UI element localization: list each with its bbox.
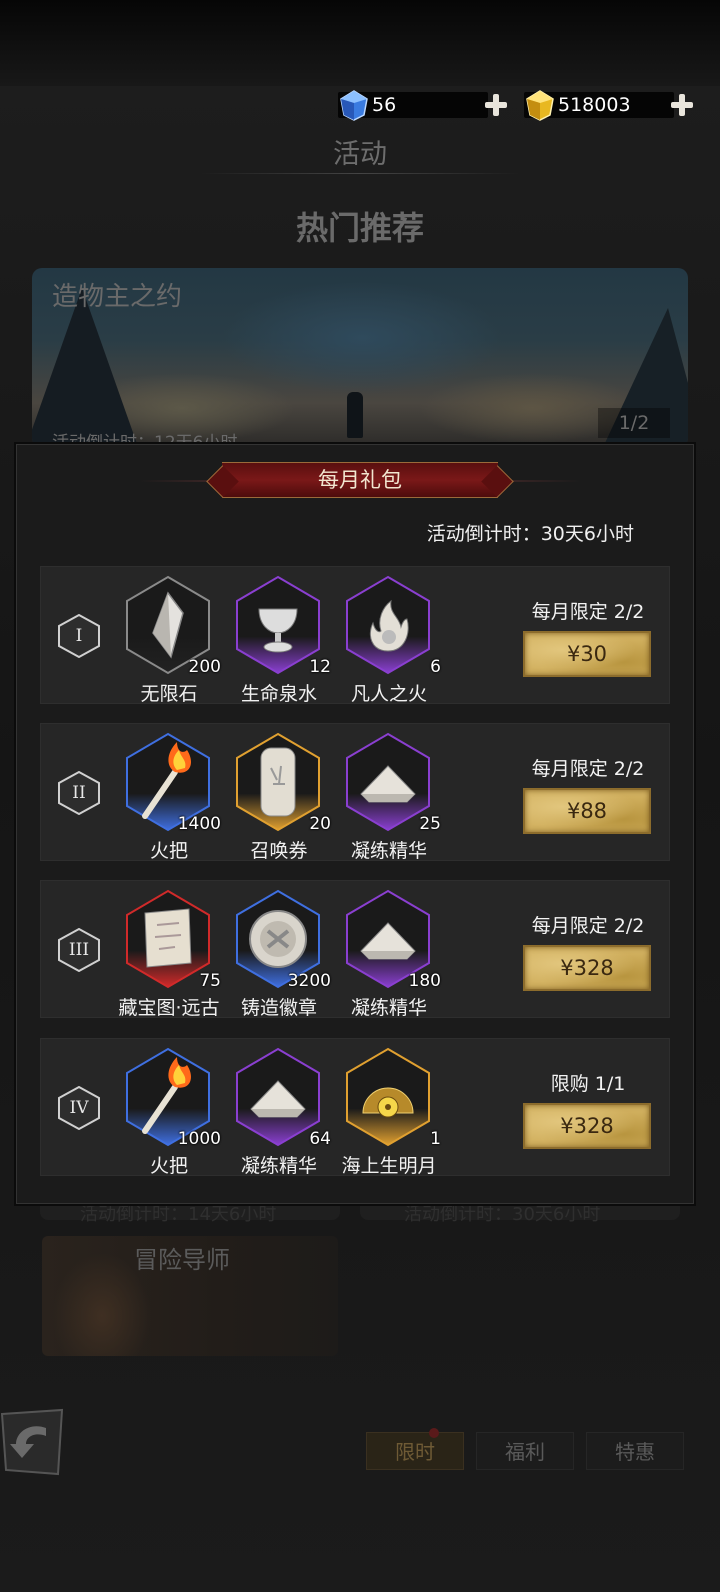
reward-quantity: 3200 — [287, 971, 331, 991]
purchase-limit: 限购 1/1 — [550, 1073, 626, 1095]
flame-icon — [346, 575, 430, 675]
purchase-limit: 每月限定 2/2 — [531, 758, 645, 780]
reward-name: 铸造徽章 — [240, 997, 317, 1019]
blue-gem-icon — [340, 90, 368, 121]
pack-tier-badge: I — [57, 614, 101, 658]
reward-quantity: 12 — [309, 657, 331, 677]
reward-name: 海上生明月 — [341, 1155, 437, 1177]
reward-name: 火把 — [149, 840, 188, 862]
reward-quantity: 75 — [199, 971, 221, 991]
reward-name: 藏宝图·远古 — [118, 997, 220, 1019]
banner-title: 造物主之约 — [52, 282, 183, 312]
adventure-mentor-title: 冒险导师 — [134, 1246, 230, 1274]
page-title: 活动 — [333, 139, 387, 170]
reward-item[interactable]: 200 无限石 — [115, 575, 225, 705]
reward-name: 凡人之火 — [350, 683, 427, 705]
reward-quantity: 1 — [430, 1129, 441, 1149]
reward-item[interactable]: 3200 铸造徽章 — [225, 889, 335, 1019]
purchase-limit: 每月限定 2/2 — [531, 601, 645, 623]
pack-row: IV 1000 火把 64 凝练精华 1 海上生明月 限购 1/1 ¥328 — [40, 1038, 670, 1177]
banner-art — [347, 392, 363, 438]
reward-name: 凝练精华 — [350, 840, 427, 862]
buy-price-button[interactable]: ¥328 — [523, 1103, 651, 1149]
reward-quantity: 20 — [309, 814, 331, 834]
pack-row: I 200 无限石 12 生命泉水 6 凡人之火 每月限定 2/2 ¥30 — [40, 566, 670, 705]
notification-dot — [429, 1428, 439, 1438]
pack-tier-numeral: III — [68, 940, 90, 960]
reward-quantity: 1400 — [177, 814, 221, 834]
reward-quantity: 64 — [309, 1129, 331, 1149]
pack-tier-numeral: IV — [69, 1098, 89, 1118]
reward-quantity: 180 — [408, 971, 441, 991]
modal-countdown: 活动倒计时：30天6小时 — [426, 523, 634, 545]
reward-name: 无限石 — [140, 683, 198, 705]
reward-item[interactable]: 12 生命泉水 — [225, 575, 335, 705]
pack-tier-badge: III — [57, 928, 101, 972]
bottom-tab-bar: 限时 福利 特惠 — [0, 1432, 720, 1472]
reward-name: 生命泉水 — [240, 683, 317, 705]
reward-quantity: 200 — [188, 657, 221, 677]
sun-crest-icon — [346, 1047, 430, 1147]
pack-tier-numeral: II — [72, 783, 86, 803]
reward-item[interactable]: 180 凝练精华 — [335, 889, 445, 1019]
buy-price-button[interactable]: ¥328 — [523, 945, 651, 991]
reward-item[interactable]: 1400 火把 — [115, 732, 225, 862]
reward-item[interactable]: 20 召唤券 — [225, 732, 335, 862]
tab-limited[interactable]: 限时 — [366, 1432, 464, 1470]
gem-currency: 56 — [338, 90, 507, 121]
reward-item[interactable]: 75 藏宝图·远古 — [115, 889, 225, 1019]
add-gems-button[interactable] — [484, 93, 508, 117]
buy-price-button[interactable]: ¥30 — [523, 631, 651, 677]
tab-welfare[interactable]: 福利 — [476, 1432, 574, 1470]
banner-page-indicator: 1/2 — [598, 408, 670, 438]
reward-name: 召唤券 — [250, 840, 308, 862]
pack-tier-numeral: I — [75, 626, 83, 646]
gold-gem-icon — [526, 90, 554, 121]
purchase-limit: 每月限定 2/2 — [531, 915, 645, 937]
reward-item[interactable]: 1 海上生明月 — [335, 1047, 445, 1177]
top-bar — [0, 0, 720, 86]
buy-price-button[interactable]: ¥88 — [523, 788, 651, 834]
gold-currency: 518003 — [524, 90, 693, 121]
reward-name: 火把 — [149, 1155, 188, 1177]
reward-quantity: 1000 — [177, 1129, 221, 1149]
reward-name: 凝练精华 — [350, 997, 427, 1019]
reward-item[interactable]: 25 凝练精华 — [335, 732, 445, 862]
pack-tier-badge: II — [57, 771, 101, 815]
add-gold-button[interactable] — [670, 93, 694, 117]
reward-item[interactable]: 6 凡人之火 — [335, 575, 445, 705]
modal-title: 每月礼包 — [318, 468, 402, 492]
pack-row: II 1400 火把 20 召唤券 25 凝练精华 每月限定 2/2 ¥88 — [40, 723, 670, 862]
reward-quantity: 25 — [419, 814, 441, 834]
title-divider — [200, 173, 520, 174]
pack-row: III 75 藏宝图·远古 3200 铸造徽章 180 凝练精华 每月限定 2/… — [40, 880, 670, 1019]
reward-item[interactable]: 1000 火把 — [115, 1047, 225, 1177]
pack-tier-badge: IV — [57, 1086, 101, 1130]
reward-item[interactable]: 64 凝练精华 — [225, 1047, 335, 1177]
reward-quantity: 6 — [430, 657, 441, 677]
section-title: 热门推荐 — [295, 209, 424, 247]
tab-special-offer[interactable]: 特惠 — [586, 1432, 684, 1470]
reward-name: 凝练精华 — [240, 1155, 317, 1177]
